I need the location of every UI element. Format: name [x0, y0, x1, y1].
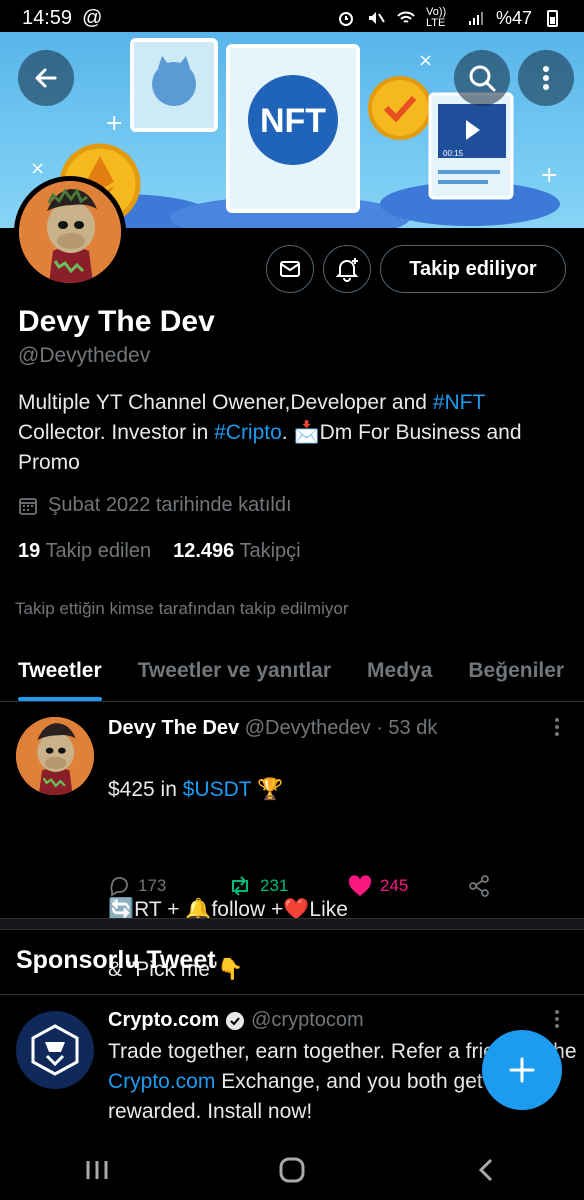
ape-avatar-image: [19, 181, 121, 283]
sponsored-header: Crypto.com @cryptocom: [108, 1009, 364, 1032]
tweet-line: 🏆: [251, 778, 284, 801]
search-icon: [469, 65, 496, 92]
android-nav-bar: [0, 1140, 584, 1200]
tab-tweets-and-replies[interactable]: Tweetler ve yanıtlar: [120, 640, 349, 701]
video-time: 00:15: [443, 149, 464, 158]
search-button[interactable]: [454, 50, 510, 106]
more-vertical-icon: [543, 66, 549, 90]
tab-tweets[interactable]: Tweetler: [0, 640, 120, 701]
recent-apps-icon[interactable]: [82, 1155, 112, 1185]
like-count: 245: [380, 876, 409, 895]
retweet-icon: [232, 876, 248, 896]
tab-media[interactable]: Medya: [349, 640, 450, 701]
following-count: 19: [18, 540, 41, 562]
ape-avatar-image: [16, 717, 94, 795]
wifi-icon: [397, 11, 415, 23]
svg-text:+: +: [540, 163, 558, 188]
following-button[interactable]: Takip ediliyor: [380, 245, 566, 293]
following-label: Takip edilen: [45, 540, 152, 562]
hashtag-nft-link[interactable]: #NFT: [433, 391, 485, 414]
follow-stats: 19 Takip edilen 12.496 Takipçi: [18, 540, 301, 563]
more-options-button[interactable]: [518, 50, 574, 106]
mail-icon: [280, 261, 300, 277]
share-icon: [469, 875, 489, 897]
hashtag-cripto-link[interactable]: #Cripto: [214, 421, 282, 444]
network-label: Vo)) LTE: [425, 6, 447, 29]
sponsored-handle: @cryptocom: [251, 1009, 364, 1031]
tweet-avatar[interactable]: [16, 717, 94, 795]
join-date: Şubat 2022 tarihinde katıldı: [18, 494, 292, 517]
battery-icon: [547, 10, 558, 27]
reply-button[interactable]: 173: [108, 875, 228, 897]
following-link[interactable]: 19 Takip edilen: [18, 540, 151, 563]
followed-by-note: Takip ettiğin kimse tarafından takip edi…: [15, 599, 349, 618]
retweet-count: 231: [260, 876, 289, 895]
share-button[interactable]: [468, 875, 508, 897]
battery-level: %47: [495, 7, 532, 28]
sponsored-heading: Sponsorlu Tweet: [16, 946, 216, 974]
compose-tweet-button[interactable]: [482, 1030, 562, 1110]
nft-label: NFT: [260, 102, 326, 140]
bio-text: Multiple YT Channel Owener,Developer and: [18, 391, 433, 414]
reply-count: 173: [138, 876, 167, 895]
tweet-line: $425 in: [108, 778, 183, 801]
tab-likes[interactable]: Beğeniler: [450, 640, 582, 701]
svg-text:×: ×: [30, 158, 45, 179]
bio-text: Collector. Investor in: [18, 421, 215, 444]
retweet-button[interactable]: 231: [228, 875, 348, 897]
crypto-com-link[interactable]: Crypto.com: [108, 1070, 215, 1093]
calendar-icon: [19, 497, 37, 515]
bell-plus-icon: [335, 258, 359, 282]
cashtag-usdt-link[interactable]: $USDT: [183, 778, 251, 801]
tweet-header: Devy The Dev @Devythedev · 53 dk: [108, 717, 437, 740]
profile-name: Devy The Dev: [18, 305, 215, 338]
verified-badge-icon: [226, 1011, 245, 1030]
signal-icon: [468, 12, 483, 25]
followers-count: 12.496: [173, 540, 235, 562]
join-date-text: Şubat 2022 tarihinde katıldı: [48, 494, 292, 516]
at-icon: @: [82, 6, 103, 29]
status-bar: 14:59 @ Vo)) LTE %47: [0, 0, 584, 36]
plus-icon: [509, 1057, 535, 1083]
heart-icon: [348, 875, 372, 896]
sponsored-author[interactable]: Crypto.com: [108, 1009, 219, 1032]
tweet-handle: @Devythedev: [244, 717, 371, 739]
profile-bio: Multiple YT Channel Owener,Developer and…: [18, 388, 578, 478]
tweet[interactable]: Devy The Dev @Devythedev · 53 dk $425 in…: [0, 703, 584, 981]
followers-link[interactable]: 12.496 Takipçi: [173, 540, 301, 563]
tweet-author[interactable]: Devy The Dev: [108, 717, 239, 739]
more-vertical-icon: [555, 1010, 559, 1028]
mute-icon: [368, 12, 385, 24]
profile-handle: @Devythedev: [18, 344, 151, 367]
followers-label: Takipçi: [239, 540, 301, 562]
back-nav-icon[interactable]: [472, 1155, 502, 1185]
reply-icon: [110, 877, 128, 897]
notifications-button[interactable]: [323, 245, 371, 293]
svg-text:×: ×: [418, 50, 433, 71]
home-icon[interactable]: [277, 1155, 307, 1185]
clock: 14:59: [22, 6, 73, 29]
svg-text:+: +: [105, 111, 123, 136]
message-button[interactable]: [266, 245, 314, 293]
back-button[interactable]: [18, 50, 74, 106]
tweet-actions: 173 231 245: [108, 875, 508, 897]
arrow-left-icon: [35, 68, 57, 88]
profile-tabs: Tweetler Tweetler ve yanıtlar Medya Beğe…: [0, 640, 584, 702]
sponsored-more-button[interactable]: [554, 1009, 560, 1035]
crypto-com-logo-icon: [31, 1024, 79, 1076]
profile-avatar[interactable]: [14, 176, 126, 288]
section-divider: [0, 918, 584, 930]
tweet-time: · 53 dk: [376, 717, 438, 739]
crypto-com-avatar[interactable]: [16, 1011, 94, 1089]
like-button[interactable]: 245: [348, 875, 468, 897]
more-vertical-icon: [555, 718, 559, 736]
tweet-more-button[interactable]: [554, 717, 560, 743]
alarm-icon: [338, 12, 353, 26]
